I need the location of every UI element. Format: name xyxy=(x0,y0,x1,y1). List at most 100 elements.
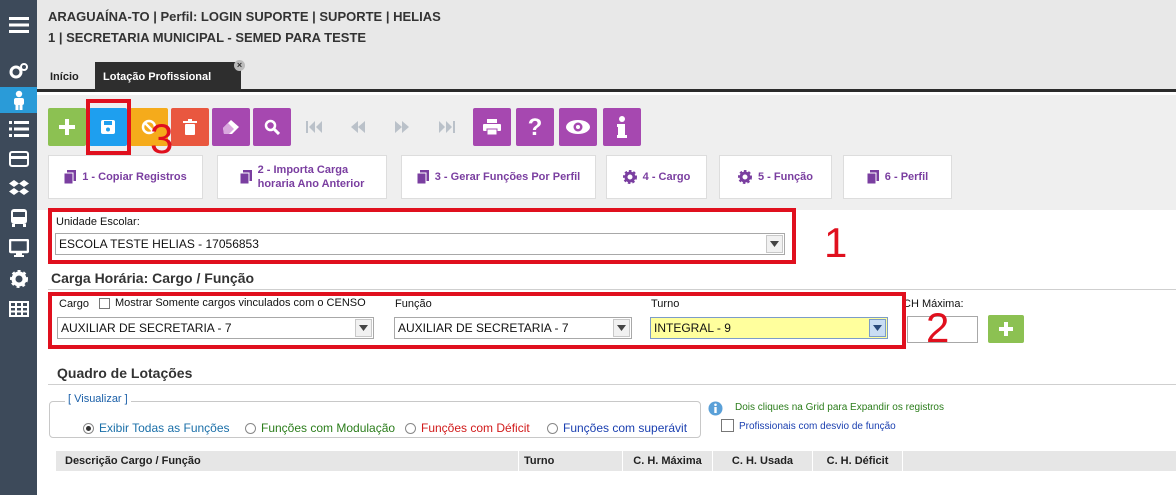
tab-lotacao-profissional[interactable]: Lotação Profissional × xyxy=(95,60,245,92)
gen-funcoes-label: 3 - Gerar Funções Por Perfil xyxy=(434,171,581,183)
user-icon[interactable] xyxy=(0,87,37,113)
gear-icon xyxy=(737,170,752,184)
copy-records-button[interactable]: 1 - Copiar Registros xyxy=(48,155,203,199)
hint-text: Dois cliques na Grid para Expandir os re… xyxy=(735,402,944,413)
gear-icon xyxy=(622,170,637,184)
desvio-checkbox[interactable] xyxy=(721,419,734,432)
cargo-button[interactable]: 4 - Cargo xyxy=(606,155,707,199)
radio-superavit[interactable]: Funções com superávit xyxy=(547,421,687,435)
header-line2: 1 | SECRETARIA MUNICIPAL - SEMED PARA TE… xyxy=(48,30,367,45)
add-carga-button[interactable] xyxy=(988,315,1024,343)
search-button[interactable] xyxy=(253,108,291,146)
radio-modulacao-label: Funções com Modulação xyxy=(261,421,396,435)
annotation-2: 2 xyxy=(926,304,950,351)
toolbar: ? 1 - Copiar Registros 2 - Importa Carga… xyxy=(37,95,1176,210)
prev-button[interactable] xyxy=(339,108,377,146)
perfil-label: 6 - Perfil xyxy=(884,171,929,183)
delete-button[interactable] xyxy=(171,108,209,146)
col-ch-usada[interactable]: C. H. Usada xyxy=(713,451,813,471)
eraser-button[interactable] xyxy=(212,108,250,146)
info-icon xyxy=(617,116,627,138)
add-button[interactable] xyxy=(48,108,86,146)
import-carga-label: 2 - Importa Carga horaria Ano Anterior xyxy=(258,163,365,191)
print-button[interactable] xyxy=(473,108,511,146)
tab-inicio[interactable]: Início xyxy=(42,62,87,92)
plus-icon xyxy=(59,119,75,135)
copy-icon xyxy=(416,170,429,184)
visualizar-legend: [ Visualizar ] xyxy=(65,393,131,405)
col-ch-deficit[interactable]: C. H. Déficit xyxy=(813,451,903,471)
radio-modulacao[interactable]: Funções com Modulação xyxy=(245,421,395,435)
tab-label: Lotação Profissional xyxy=(103,71,212,83)
import-carga-line1: 2 - Importa Carga xyxy=(257,164,349,176)
main-area: ARAGUAÍNA-TO | Perfil: LOGIN SUPORTE | S… xyxy=(37,0,1176,495)
radio-circle xyxy=(245,422,256,434)
trash-icon xyxy=(183,119,197,135)
last-page-icon xyxy=(439,121,455,133)
eye-icon xyxy=(566,120,590,134)
close-icon[interactable]: × xyxy=(234,60,245,71)
copy-icon xyxy=(64,170,77,184)
radio-todas-label: Exibir Todas as Funções xyxy=(99,421,230,435)
radio-circle xyxy=(405,422,416,434)
help-icon: ? xyxy=(528,116,543,138)
radio-circle xyxy=(83,422,94,434)
annotation-box-3 xyxy=(86,99,131,155)
copy-icon xyxy=(866,170,879,184)
page-header: ARAGUAÍNA-TO | Perfil: LOGIN SUPORTE | S… xyxy=(37,0,1176,60)
list-icon[interactable] xyxy=(0,116,37,142)
desvio-label: Profissionais com desvio de função xyxy=(739,421,896,432)
sidebar xyxy=(0,0,37,495)
funcao-button[interactable]: 5 - Função xyxy=(719,155,832,199)
help-button[interactable]: ? xyxy=(516,108,554,146)
gear-icon[interactable] xyxy=(0,266,37,292)
info-icon xyxy=(708,401,723,416)
radio-circle xyxy=(547,422,558,434)
card-icon[interactable] xyxy=(0,146,37,172)
prev-icon xyxy=(351,121,365,133)
funcao-label: 5 - Função xyxy=(757,171,813,183)
header-line1: ARAGUAÍNA-TO | Perfil: LOGIN SUPORTE | S… xyxy=(48,9,441,24)
first-button[interactable] xyxy=(295,108,333,146)
col-descricao[interactable]: Descrição Cargo / Função xyxy=(56,451,519,471)
eraser-icon xyxy=(223,120,239,134)
radio-deficit-label: Funções com Déficit xyxy=(421,421,530,435)
quadro-title: Quadro de Lotações xyxy=(57,365,193,381)
copy-records-label: 1 - Copiar Registros xyxy=(82,171,187,183)
monitor-icon[interactable] xyxy=(0,235,37,261)
search-icon xyxy=(264,119,280,135)
dropbox-icon[interactable] xyxy=(0,175,37,201)
perfil-button[interactable]: 6 - Perfil xyxy=(843,155,952,199)
import-carga-button[interactable]: 2 - Importa Carga horaria Ano Anterior xyxy=(217,155,387,199)
gears-icon[interactable] xyxy=(0,58,37,84)
tab-bar: Início Lotação Profissional × xyxy=(37,60,1176,92)
next-icon xyxy=(395,121,409,133)
radio-deficit[interactable]: Funções com Déficit xyxy=(405,421,530,435)
next-button[interactable] xyxy=(383,108,421,146)
gen-funcoes-button[interactable]: 3 - Gerar Funções Por Perfil xyxy=(401,155,596,199)
info-button[interactable] xyxy=(603,108,641,146)
col-turno[interactable]: Turno xyxy=(519,451,623,471)
import-carga-line2: horaria Ano Anterior xyxy=(257,178,365,190)
radio-superavit-label: Funções com superávit xyxy=(563,421,688,435)
annotation-1: 1 xyxy=(824,219,848,266)
first-page-icon xyxy=(306,121,322,133)
carga-divider xyxy=(48,289,1176,290)
svg-text:?: ? xyxy=(528,116,543,138)
menu-icon[interactable] xyxy=(0,12,37,38)
table-icon[interactable] xyxy=(0,296,37,322)
annotation-box-1 xyxy=(48,208,796,264)
view-button[interactable] xyxy=(559,108,597,146)
col-ch-maxima[interactable]: C. H. Máxima xyxy=(623,451,713,471)
plus-icon xyxy=(999,322,1013,336)
annotation-box-2 xyxy=(48,292,906,349)
copy-icon xyxy=(239,170,252,184)
print-icon xyxy=(483,119,501,135)
annotation-3: 3 xyxy=(150,115,174,162)
quadro-divider xyxy=(48,384,1176,385)
last-button[interactable] xyxy=(428,108,466,146)
radio-todas[interactable]: Exibir Todas as Funções xyxy=(83,421,230,435)
carga-title: Carga Horária: Cargo / Função xyxy=(51,270,255,286)
bus-icon[interactable] xyxy=(0,205,37,231)
cargo-label: 4 - Cargo xyxy=(642,171,691,183)
